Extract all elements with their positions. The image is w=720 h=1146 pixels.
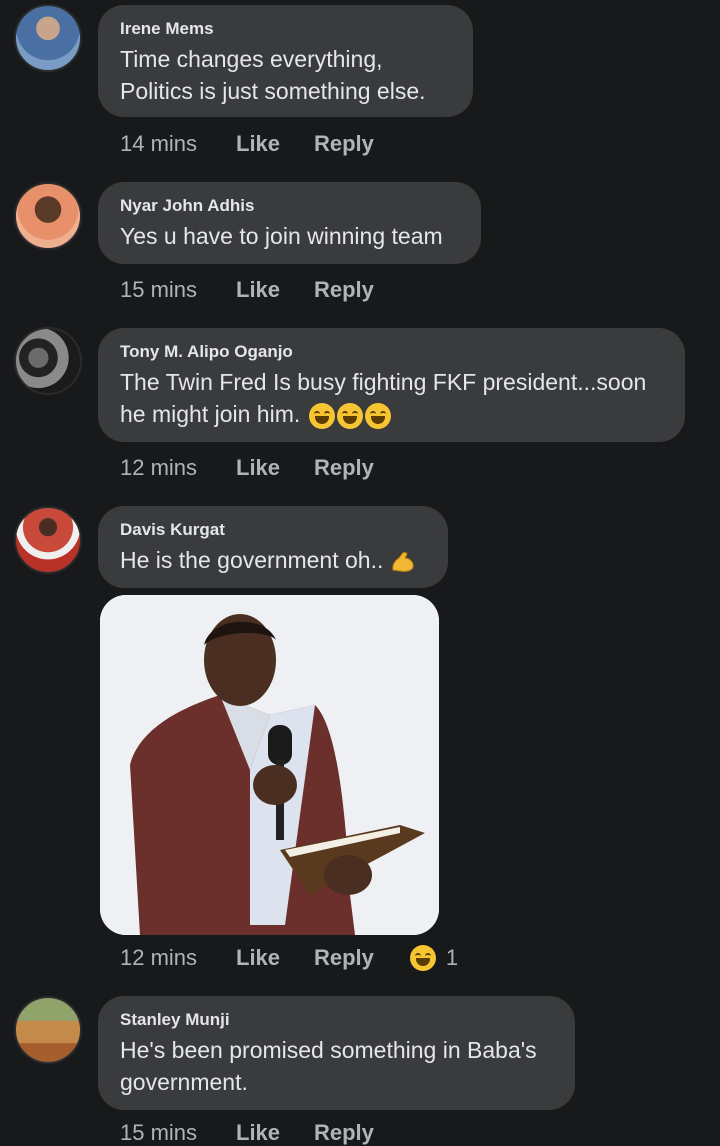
photo-man-with-microphone-and-bible bbox=[100, 595, 439, 935]
reply-button[interactable]: Reply bbox=[314, 131, 374, 157]
tears-of-joy-icon bbox=[336, 402, 363, 429]
comment-meta: 12 mins Like Reply bbox=[120, 455, 374, 481]
comment-time[interactable]: 15 mins bbox=[120, 277, 236, 303]
avatar[interactable] bbox=[14, 996, 82, 1064]
comment-bubble: Irene Mems Time changes everything, Poli… bbox=[98, 5, 473, 117]
like-button[interactable]: Like bbox=[236, 1120, 314, 1146]
comment-bubble: Tony M. Alipo Oganjo The Twin Fred Is bu… bbox=[98, 328, 685, 442]
comment-text: Yes u have to join winning team bbox=[120, 223, 443, 249]
comment-author[interactable]: Stanley Munji bbox=[120, 1010, 553, 1030]
comment-meta: 12 mins Like Reply 1 bbox=[120, 945, 458, 971]
comment-text: He is the government oh.. bbox=[120, 544, 426, 576]
reply-button[interactable]: Reply bbox=[314, 455, 374, 481]
comment-bubble: Davis Kurgat He is the government oh.. bbox=[98, 506, 448, 588]
comment-author[interactable]: Nyar John Adhis bbox=[120, 196, 459, 216]
avatar[interactable] bbox=[14, 4, 82, 72]
comment-author[interactable]: Davis Kurgat bbox=[120, 520, 426, 540]
grinning-sweat-icon bbox=[409, 945, 436, 971]
comment-time[interactable]: 12 mins bbox=[120, 455, 236, 481]
tears-of-joy-icon bbox=[364, 402, 391, 429]
comment-meta: 15 mins Like Reply bbox=[120, 277, 374, 303]
reaction-summary[interactable]: 1 bbox=[408, 945, 458, 971]
comment-text: The Twin Fred Is busy fighting FKF presi… bbox=[120, 366, 663, 430]
like-button[interactable]: Like bbox=[236, 277, 314, 303]
like-button[interactable]: Like bbox=[236, 945, 314, 971]
like-button[interactable]: Like bbox=[236, 455, 314, 481]
comment-photo[interactable] bbox=[100, 595, 439, 935]
reaction-count: 1 bbox=[445, 945, 459, 970]
tears-of-joy-icon bbox=[308, 402, 335, 429]
comment-time[interactable]: 12 mins bbox=[120, 945, 236, 971]
comment-author[interactable]: Irene Mems bbox=[120, 19, 451, 39]
avatar[interactable] bbox=[14, 327, 82, 395]
reply-button[interactable]: Reply bbox=[314, 1120, 374, 1146]
comment-author[interactable]: Tony M. Alipo Oganjo bbox=[120, 342, 663, 362]
comment-bubble: Nyar John Adhis Yes u have to join winni… bbox=[98, 182, 481, 264]
flexed-biceps-icon bbox=[392, 551, 414, 572]
comment-text: Time changes everything, Politics is jus… bbox=[120, 46, 426, 104]
comment-time[interactable]: 15 mins bbox=[120, 1120, 236, 1146]
comment-meta: 14 mins Like Reply bbox=[120, 131, 374, 157]
comment-text-body: He is the government oh.. bbox=[120, 547, 384, 573]
avatar[interactable] bbox=[14, 506, 82, 574]
reply-button[interactable]: Reply bbox=[314, 945, 374, 971]
comment-meta: 15 mins Like Reply bbox=[120, 1120, 374, 1146]
avatar[interactable] bbox=[14, 182, 82, 250]
reply-button[interactable]: Reply bbox=[314, 277, 374, 303]
comment-text: He's been promised something in Baba's g… bbox=[120, 1037, 537, 1095]
comment-time[interactable]: 14 mins bbox=[120, 131, 236, 157]
comment-bubble: Stanley Munji He's been promised somethi… bbox=[98, 996, 575, 1110]
like-button[interactable]: Like bbox=[236, 131, 314, 157]
